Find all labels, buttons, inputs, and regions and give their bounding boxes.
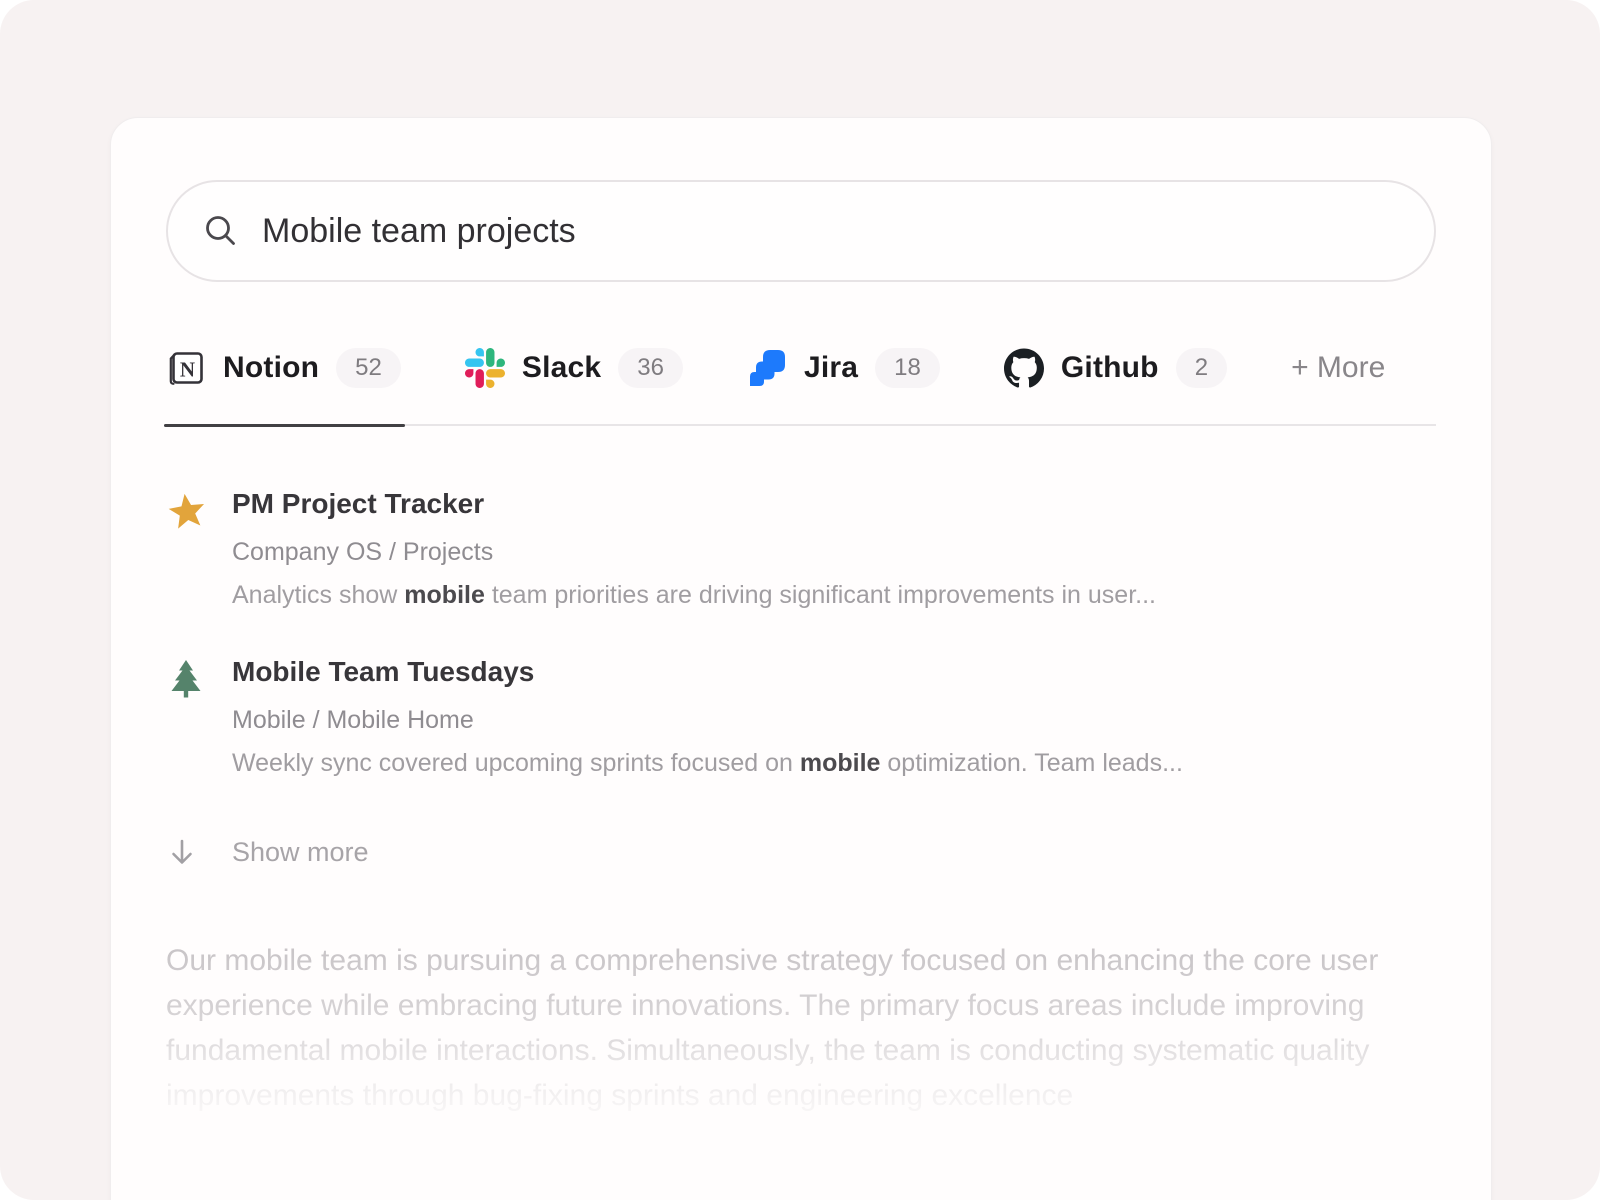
result-mobile-team-tuesdays[interactable]: Mobile Team Tuesdays Mobile / Mobile Hom…: [166, 656, 1436, 778]
svg-text:N: N: [180, 358, 195, 382]
search-results: PM Project Tracker Company OS / Projects…: [166, 488, 1436, 778]
source-tabs: N Notion 52 Slack 36: [166, 348, 1436, 426]
result-snippet: Analytics show mobile team priorities ar…: [232, 580, 1436, 610]
tab-github-label: Github: [1061, 351, 1159, 385]
tab-slack-label: Slack: [522, 351, 601, 385]
star-icon: [166, 490, 208, 532]
search-icon: [202, 212, 240, 250]
notion-icon: N: [166, 348, 206, 388]
result-snippet: Weekly sync covered upcoming sprints foc…: [232, 748, 1436, 778]
snippet-highlight: mobile: [800, 749, 881, 777]
result-title: PM Project Tracker: [232, 488, 1436, 520]
tab-github[interactable]: Github 2: [1004, 348, 1227, 388]
search-overlay-screen: N Notion 52 Slack 36: [0, 0, 1600, 1200]
tree-icon: [166, 658, 206, 700]
result-breadcrumb: Company OS / Projects: [232, 537, 1436, 567]
result-breadcrumb: Mobile / Mobile Home: [232, 705, 1436, 735]
github-icon: [1004, 348, 1044, 388]
tab-notion-label: Notion: [223, 351, 319, 385]
universal-search-modal: N Notion 52 Slack 36: [110, 117, 1492, 1200]
slack-icon: [465, 348, 505, 388]
tab-notion[interactable]: N Notion 52: [166, 348, 401, 388]
tab-github-count: 2: [1176, 348, 1227, 388]
tab-more[interactable]: + More: [1291, 351, 1385, 385]
search-input[interactable]: [262, 212, 1400, 251]
show-more-label: Show more: [232, 837, 369, 868]
tab-notion-count: 52: [336, 348, 401, 388]
arrow-down-icon: [166, 836, 198, 868]
jira-icon: [747, 348, 787, 388]
result-title: Mobile Team Tuesdays: [232, 656, 1436, 688]
tab-slack-count: 36: [618, 348, 683, 388]
tab-slack[interactable]: Slack 36: [465, 348, 683, 388]
show-more-button[interactable]: Show more: [166, 836, 1436, 868]
snippet-highlight: mobile: [404, 581, 485, 609]
search-bar[interactable]: [166, 180, 1436, 282]
tab-jira[interactable]: Jira 18: [747, 348, 940, 388]
tab-jira-label: Jira: [804, 351, 858, 385]
tab-jira-count: 18: [875, 348, 940, 388]
result-pm-project-tracker[interactable]: PM Project Tracker Company OS / Projects…: [166, 488, 1436, 610]
ai-summary-text: Our mobile team is pursuing a comprehens…: [166, 938, 1411, 1118]
